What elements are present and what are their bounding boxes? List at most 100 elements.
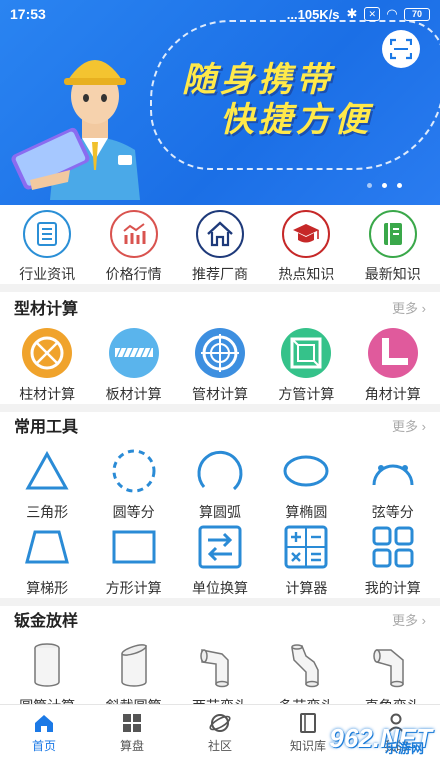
status-time: 17:53 — [10, 6, 46, 22]
grid-label: 三角形 — [26, 504, 69, 520]
quicknav-hot[interactable]: 热点知识 — [264, 210, 348, 284]
grid-label: 柱材计算 — [19, 386, 76, 402]
section-title: 常用工具 — [14, 419, 79, 436]
bottomnav-community[interactable]: 社区 — [180, 712, 260, 754]
quicknav-vendors[interactable]: 推荐厂商 — [178, 210, 262, 284]
bottomnav-home[interactable]: 首页 — [4, 712, 84, 754]
tool-calculator[interactable]: 计算器 — [264, 522, 348, 598]
square-tube-calc-icon — [281, 328, 332, 378]
section-title: 型材计算 — [14, 301, 79, 318]
carousel-dot-active[interactable] — [382, 183, 387, 188]
graduation-cap-icon — [282, 210, 331, 258]
book-icon — [300, 712, 316, 733]
battery-icon: 70 — [404, 7, 430, 21]
grid-label: 板材计算 — [105, 386, 162, 402]
bottomnav-label: 首页 — [31, 738, 56, 753]
banner[interactable]: 17:53 ...105K/s ✱ ✕ ◠ 70 随身携带 快捷方便 — [0, 0, 440, 205]
quicknav-label: 行业资讯 — [19, 266, 76, 282]
scan-icon — [390, 38, 412, 60]
carousel-dots[interactable] — [367, 183, 402, 188]
price-chart-icon — [109, 210, 158, 258]
plate-calc-icon — [108, 328, 159, 378]
tool-circle-divide[interactable]: 圆等分 — [92, 446, 176, 522]
dashed-circle-icon — [109, 446, 159, 496]
calculator-icon — [281, 522, 331, 572]
oblique-cylinder-icon — [109, 640, 159, 690]
sim-icon: ✕ — [364, 7, 380, 21]
pipe-calc-icon — [194, 328, 245, 378]
bottomnav-label: 社区 — [207, 738, 232, 753]
tool-rectangle[interactable]: 方形计算 — [92, 522, 176, 598]
grid-icon — [123, 713, 141, 732]
unit-convert-icon — [195, 522, 245, 572]
angle-calc-icon — [367, 328, 418, 378]
profile-pipe[interactable]: 管材计算 — [178, 328, 262, 404]
grid-label: 计算器 — [285, 580, 328, 596]
section-header-sheet: 钣金放样 更多 › — [0, 604, 440, 634]
tool-my-calc[interactable]: 我的计算 — [351, 522, 435, 598]
news-icon — [23, 210, 72, 258]
carousel-dot[interactable] — [367, 183, 372, 188]
more-link[interactable]: 更多 › — [392, 298, 426, 317]
bottomnav-label: 算盘 — [119, 738, 144, 753]
home-icon — [35, 714, 53, 732]
tool-triangle[interactable]: 三角形 — [5, 446, 89, 522]
trapezoid-icon — [22, 522, 72, 572]
quicknav-label: 价格行情 — [105, 266, 162, 282]
scan-button[interactable] — [382, 30, 420, 68]
triangle-icon — [22, 446, 72, 496]
planet-icon — [209, 713, 231, 732]
grid-label: 算椭圆 — [285, 504, 328, 520]
rectangle-icon — [109, 522, 159, 572]
grid-label: 我的计算 — [364, 580, 421, 596]
tools-grid-row-1: 三角形 圆等分 算圆弧 算椭圆 弦等分 — [0, 446, 440, 522]
right-angle-elbow-icon — [368, 640, 418, 690]
cylinder-icon — [22, 640, 72, 690]
grid-label: 管材计算 — [191, 386, 248, 402]
carousel-dot[interactable] — [397, 183, 402, 188]
section-title: 钣金放样 — [14, 613, 79, 630]
more-link[interactable]: 更多 › — [392, 610, 426, 629]
profile-square-tube[interactable]: 方管计算 — [264, 328, 348, 404]
grid-label: 单位换算 — [191, 580, 248, 596]
quicknav-label: 推荐厂商 — [191, 266, 248, 282]
tool-trapezoid[interactable]: 算梯形 — [5, 522, 89, 598]
tools-grid-row-2: 算梯形 方形计算 单位换算 计算器 我的计算 — [0, 522, 440, 598]
house-icon — [195, 210, 244, 258]
banner-slogan-2: 快捷方便 — [220, 101, 372, 139]
grid-label: 方形计算 — [105, 580, 162, 596]
profile-angle[interactable]: 角材计算 — [351, 328, 435, 404]
quicknav-news[interactable]: 行业资讯 — [5, 210, 89, 284]
section-header-profile: 型材计算 更多 › — [0, 292, 440, 322]
grid-label: 角材计算 — [364, 386, 421, 402]
tool-chord[interactable]: 弦等分 — [351, 446, 435, 522]
section-header-tools: 常用工具 更多 › — [0, 410, 440, 440]
quicknav-price[interactable]: 价格行情 — [92, 210, 176, 284]
divider — [0, 284, 440, 292]
quick-nav: 行业资讯 价格行情 推荐厂商 热点知识 最新知识 — [0, 210, 440, 284]
multi-section-elbow-icon — [281, 640, 331, 690]
quicknav-latest[interactable]: 最新知识 — [351, 210, 435, 284]
chord-icon — [368, 446, 418, 496]
bottomnav-abacus[interactable]: 算盘 — [92, 712, 172, 754]
profile-plate[interactable]: 板材计算 — [92, 328, 176, 404]
bottomnav-label: 知识库 — [289, 738, 326, 753]
grid-icon — [368, 522, 418, 572]
profile-column[interactable]: 柱材计算 — [5, 328, 89, 404]
grid-label: 算圆弧 — [198, 504, 241, 520]
grid-label: 方管计算 — [278, 386, 335, 402]
column-calc-icon — [22, 328, 73, 378]
quicknav-label: 最新知识 — [364, 266, 421, 282]
tool-arc[interactable]: 算圆弧 — [178, 446, 262, 522]
arc-icon — [195, 446, 245, 496]
more-link[interactable]: 更多 › — [392, 416, 426, 435]
grid-label: 圆等分 — [112, 504, 155, 520]
watermark-sub: 乐游网 — [384, 741, 424, 756]
tool-ellipse[interactable]: 算椭圆 — [264, 446, 348, 522]
book-icon — [368, 210, 417, 258]
two-section-elbow-icon — [195, 640, 245, 690]
grid-label: 算梯形 — [26, 580, 69, 596]
tool-unit-convert[interactable]: 单位换算 — [178, 522, 262, 598]
ellipse-icon — [281, 446, 331, 496]
grid-label: 弦等分 — [371, 504, 414, 520]
